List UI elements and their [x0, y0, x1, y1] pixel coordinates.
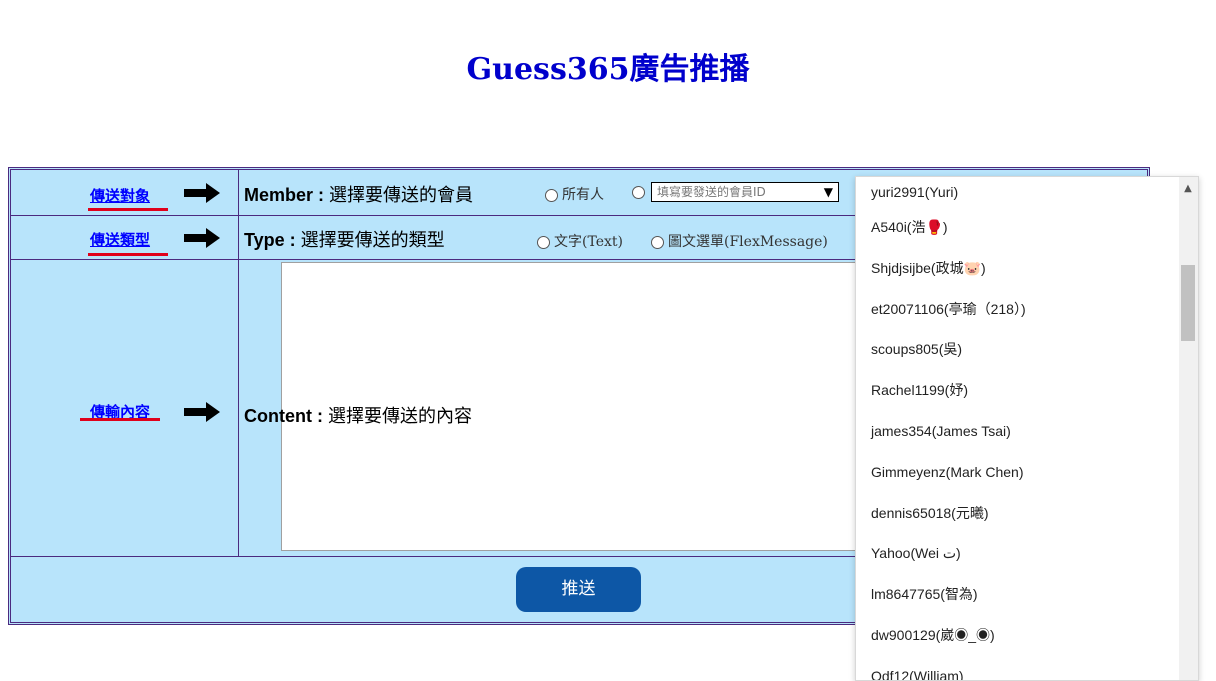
- dropdown-option[interactable]: et20071106(亭瑜（218）): [856, 289, 1198, 330]
- dropdown-option[interactable]: Shjdjsijbe(政城🐷): [856, 248, 1198, 289]
- underline-mark: [80, 418, 160, 421]
- arrow-right-icon: [184, 183, 220, 203]
- member-id-select[interactable]: 填寫要發送的會員ID ▼: [651, 182, 839, 202]
- dropdown-option[interactable]: james354(James Tsai): [856, 411, 1198, 452]
- underline-mark: [88, 253, 168, 256]
- member-dropdown-list[interactable]: yuri2991(Yuri) A540i(浩🥊) Shjdjsijbe(政城🐷) et…: [855, 176, 1199, 681]
- scrollbar-thumb[interactable]: [1181, 265, 1195, 341]
- dropdown-option[interactable]: Yahoo(Wei ت): [856, 533, 1198, 574]
- radio-all-circle[interactable]: [545, 188, 558, 202]
- dropdown-option[interactable]: A540i(浩🥊): [856, 207, 1198, 248]
- label-target[interactable]: 傳送對象: [90, 185, 150, 206]
- radio-text-label: 文字(Text): [554, 234, 623, 250]
- dropdown-option[interactable]: Qdf12(William): [856, 656, 1198, 680]
- radio-text[interactable]: 文字(Text): [537, 231, 623, 251]
- target-desc-text: 選擇要傳送的會員: [329, 185, 474, 206]
- content-description: Content : 選擇要傳送的內容: [244, 402, 472, 428]
- dropdown-option[interactable]: dw900129(崴◉_◉): [856, 615, 1198, 656]
- type-description: Type : 選擇要傳送的類型: [244, 226, 445, 252]
- dropdown-arrow-icon[interactable]: ▼: [824, 183, 833, 201]
- dropdown-option[interactable]: Rachel1199(妤): [856, 370, 1198, 411]
- column-divider: [238, 170, 239, 557]
- radio-flex-circle[interactable]: [651, 235, 664, 249]
- member-select-placeholder: 填寫要發送的會員ID: [657, 185, 766, 199]
- content-desc-bold: Content :: [244, 406, 328, 426]
- radio-flex[interactable]: 圖文選單(FlexMessage): [651, 231, 828, 251]
- scroll-up-icon[interactable]: ▲: [1181, 183, 1195, 194]
- radio-all[interactable]: 所有人: [545, 184, 604, 204]
- radio-text-circle[interactable]: [537, 235, 550, 249]
- radio-flex-label: 圖文選單(FlexMessage): [668, 234, 828, 250]
- send-button[interactable]: 推送: [516, 567, 641, 612]
- dropdown-option[interactable]: Gimmeyenz(Mark Chen): [856, 452, 1198, 493]
- radio-specific[interactable]: [632, 186, 645, 199]
- arrow-right-icon: [184, 402, 220, 422]
- dropdown-options[interactable]: yuri2991(Yuri) A540i(浩🥊) Shjdjsijbe(政城🐷) et…: [856, 177, 1198, 680]
- target-desc-bold: Member :: [244, 185, 330, 205]
- dropdown-option[interactable]: dennis65018(元曦): [856, 493, 1198, 534]
- target-description: Member : 選擇要傳送的會員: [244, 181, 473, 207]
- underline-mark: [88, 208, 168, 211]
- dropdown-option[interactable]: yuri2991(Yuri): [856, 177, 1198, 207]
- radio-all-label: 所有人: [562, 187, 604, 203]
- dropdown-option[interactable]: lm8647765(智為): [856, 574, 1198, 615]
- arrow-right-icon: [184, 228, 220, 248]
- scrollbar-track[interactable]: ▲: [1179, 177, 1198, 680]
- dropdown-option[interactable]: scoups805(吳): [856, 329, 1198, 370]
- type-desc-bold: Type :: [244, 230, 301, 250]
- content-desc-text: 選擇要傳送的內容: [327, 406, 472, 427]
- type-desc-text: 選擇要傳送的類型: [300, 230, 445, 251]
- page-title: Guess365廣告推播: [466, 52, 750, 87]
- label-type[interactable]: 傳送類型: [90, 229, 150, 250]
